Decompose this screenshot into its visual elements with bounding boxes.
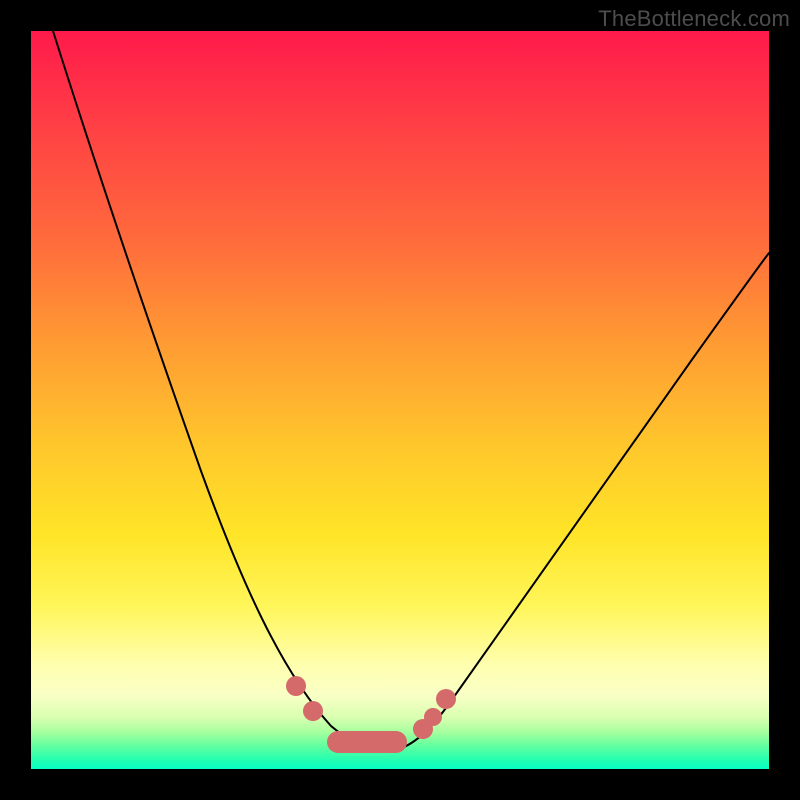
chart-frame: TheBottleneck.com: [0, 0, 800, 800]
marker-dot: [303, 701, 323, 721]
marker-dot: [286, 676, 306, 696]
plot-area: [31, 31, 769, 769]
bottleneck-curve: [53, 31, 769, 751]
marker-cluster: [327, 731, 407, 753]
marker-group: [286, 676, 456, 753]
watermark-text: TheBottleneck.com: [598, 6, 790, 32]
curve-layer: [31, 31, 769, 769]
marker-dot: [424, 708, 442, 726]
marker-dot: [436, 689, 456, 709]
